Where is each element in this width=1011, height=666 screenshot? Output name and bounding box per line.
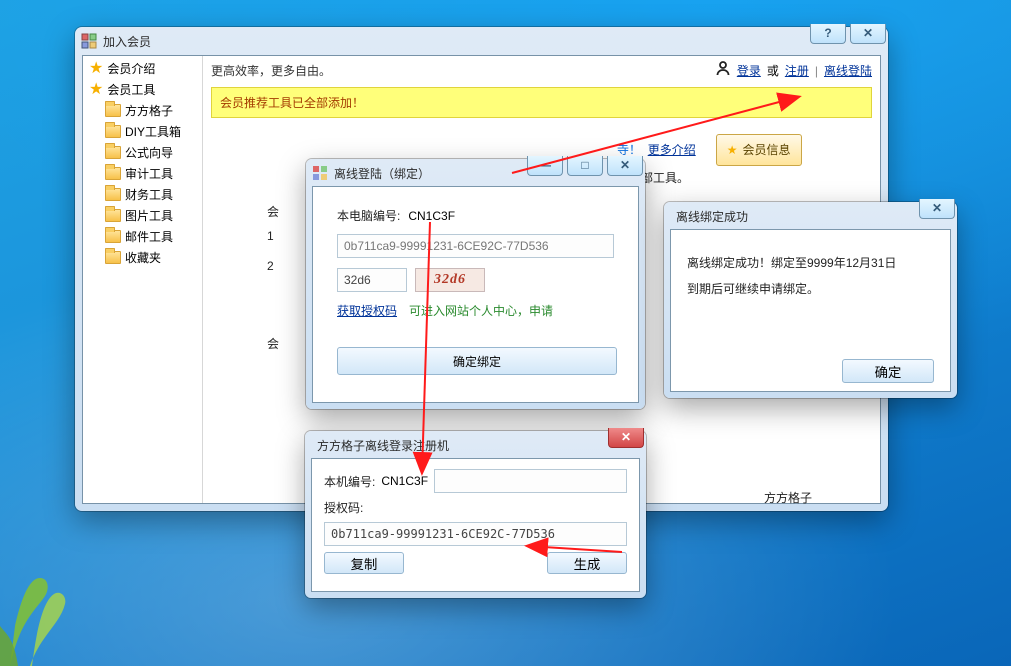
success-titlebar: 离线绑定成功 [664, 202, 957, 230]
close-button[interactable] [607, 156, 643, 176]
offline-login-link[interactable]: 离线登陆 [824, 62, 872, 79]
sidebar-item-label: 方方格子 [125, 102, 173, 119]
sidebar-item-label: 公式向导 [125, 144, 173, 161]
generate-button[interactable]: 生成 [547, 552, 627, 574]
sidebar-item-image[interactable]: 图片工具 [83, 205, 202, 226]
computer-id-value: CN1C3F [408, 209, 455, 223]
computer-id-label: 本电脑编号: [337, 207, 400, 224]
star-icon: ★ [89, 82, 103, 98]
app-icon [312, 165, 328, 181]
stub-2: 2 [267, 259, 274, 273]
login-link[interactable]: 登录 [737, 62, 761, 79]
sidebar-item-fav[interactable]: 收藏夹 [83, 247, 202, 268]
alert-text: 会员推荐工具已全部添加！ [220, 96, 364, 110]
reg-auth-input[interactable] [324, 522, 627, 546]
or-text: 或 [767, 62, 779, 79]
star-icon: ★ [727, 138, 738, 162]
maximize-button[interactable] [567, 156, 603, 176]
sidebar-root-tools-label: 会员工具 [107, 81, 155, 98]
bind-window-buttons [527, 156, 643, 176]
folder-icon [105, 125, 121, 138]
copy-button[interactable]: 复制 [324, 552, 404, 574]
sidebar-item-label: 收藏夹 [125, 249, 161, 266]
close-button[interactable] [850, 24, 886, 44]
sidebar-item-diy[interactable]: DIY工具箱 [83, 121, 202, 142]
sidebar-item-ffgz[interactable]: 方方格子 [83, 100, 202, 121]
register-machine-dialog: 方方格子离线登录注册机 本机编号: CN1C3F 授权码: 复制 生成 [305, 431, 646, 598]
sidebar-tree: ★ 会员介绍 ★ 会员工具 方方格子 DIY工具箱 公式向导 审计工具 财务工具… [83, 56, 203, 503]
auth-hint: 可进入网站个人中心，申请 [409, 302, 553, 319]
member-info-button[interactable]: ★会员信息 [716, 134, 802, 166]
sidebar-item-label: 审计工具 [125, 165, 173, 182]
folder-icon [105, 251, 121, 264]
bind-success-dialog: 离线绑定成功 离线绑定成功！绑定至9999年12月31日 到期后可继续申请绑定。… [664, 202, 957, 398]
close-button[interactable] [608, 428, 644, 448]
get-auth-link[interactable]: 获取授权码 [337, 302, 397, 319]
more-intro-link[interactable]: 更多介绍 [648, 143, 696, 157]
folder-icon [105, 104, 121, 117]
main-title: 加入会员 [103, 33, 151, 50]
success-body: 离线绑定成功！绑定至9999年12月31日 到期后可继续申请绑定。 确定 [670, 229, 951, 392]
reg-local-label: 本机编号: [324, 473, 375, 490]
success-line-1: 离线绑定成功！绑定至9999年12月31日 [687, 250, 934, 276]
sidebar-item-audit[interactable]: 审计工具 [83, 163, 202, 184]
reg-titlebar: 方方格子离线登录注册机 [305, 431, 646, 459]
sidebar-item-label: 财务工具 [125, 186, 173, 203]
folder-icon [105, 230, 121, 243]
success-window-buttons [919, 199, 955, 219]
app-icon [81, 33, 97, 49]
separator: | [815, 64, 818, 78]
decor-leaves [0, 526, 120, 666]
stub-left-2: 会 [267, 337, 279, 351]
auth-code-input[interactable] [337, 234, 614, 258]
success-line-2: 到期后可继续申请绑定。 [687, 276, 934, 302]
reg-local-id: CN1C3F [381, 474, 428, 488]
close-button[interactable] [919, 199, 955, 219]
folder-icon [105, 146, 121, 159]
captcha-image[interactable]: 32d6 [415, 268, 485, 292]
help-button[interactable] [810, 24, 846, 44]
sidebar-root-intro-label: 会员介绍 [107, 60, 155, 77]
alert-banner: 会员推荐工具已全部添加！ [211, 87, 872, 118]
reg-local-id-input[interactable] [434, 469, 627, 493]
member-info-label: 会员信息 [742, 138, 790, 162]
sidebar-root-intro[interactable]: ★ 会员介绍 [83, 58, 202, 79]
stub-left-1: 会 [267, 205, 279, 219]
success-ok-button[interactable]: 确定 [842, 359, 934, 383]
sidebar-item-label: DIY工具箱 [125, 123, 181, 140]
main-window-buttons [810, 24, 886, 44]
sidebar-item-mail[interactable]: 邮件工具 [83, 226, 202, 247]
minimize-button[interactable] [527, 156, 563, 176]
tagline-text: 更高效率，更多自由。 [211, 62, 331, 79]
stub-top-right: 寺！ [617, 143, 641, 157]
sidebar-item-label: 邮件工具 [125, 228, 173, 245]
auth-box: 登录 或 注册 | 离线登陆 [715, 60, 872, 81]
sidebar-item-formula[interactable]: 公式向导 [83, 142, 202, 163]
bind-title: 离线登陆（绑定） [334, 165, 430, 182]
folder-icon [105, 188, 121, 201]
confirm-bind-button[interactable]: 确定绑定 [337, 347, 617, 375]
sidebar-item-label: 图片工具 [125, 207, 173, 224]
register-link[interactable]: 注册 [785, 62, 809, 79]
stub-1: 1 [267, 229, 274, 243]
reg-body: 本机编号: CN1C3F 授权码: 复制 生成 [311, 458, 640, 592]
folder-icon [105, 209, 121, 222]
star-icon: ★ [89, 61, 103, 77]
success-message: 离线绑定成功！绑定至9999年12月31日 到期后可继续申请绑定。 [687, 250, 934, 359]
sidebar-root-tools[interactable]: ★ 会员工具 [83, 79, 202, 100]
bind-body: 本电脑编号: CN1C3F 32d6 获取授权码 可进入网站个人中心，申请 确定… [312, 186, 639, 403]
offline-bind-dialog: 离线登陆（绑定） 本电脑编号: CN1C3F 32d6 获取授权码 可进入网站个… [306, 159, 645, 409]
reg-title: 方方格子离线登录注册机 [317, 437, 449, 454]
captcha-input[interactable] [337, 268, 407, 292]
content-topline: 更高效率，更多自由。 登录 或 注册 | 离线登陆 [211, 60, 872, 81]
main-titlebar: 加入会员 [75, 27, 888, 55]
sidebar-item-finance[interactable]: 财务工具 [83, 184, 202, 205]
reg-window-buttons [608, 428, 644, 448]
person-icon [715, 60, 731, 81]
folder-icon [105, 167, 121, 180]
success-title: 离线绑定成功 [676, 208, 748, 225]
reg-auth-label: 授权码: [324, 499, 363, 516]
bind-titlebar: 离线登陆（绑定） [306, 159, 645, 187]
